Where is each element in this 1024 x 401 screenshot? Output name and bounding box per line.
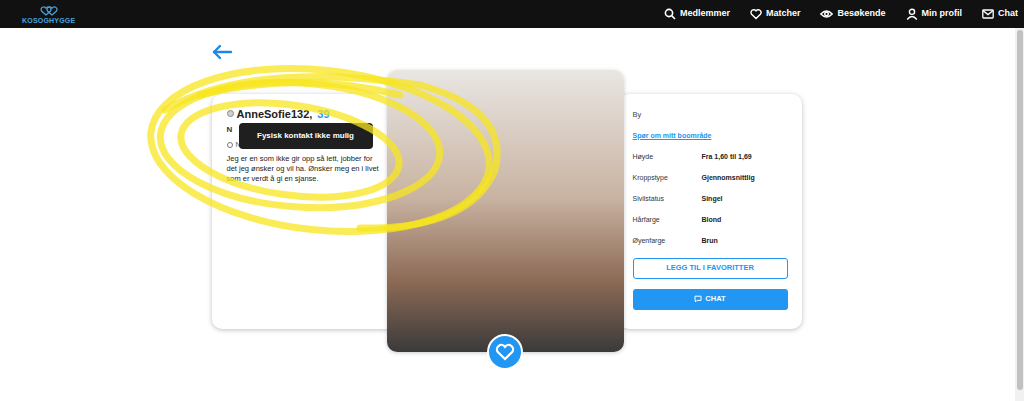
profile-summary-card: AnneSofie132,39NNJeg er en som ikke gir … bbox=[212, 94, 397, 329]
detail-value: Gjennomsnittlig bbox=[702, 173, 755, 184]
detail-label: Sivilstatus bbox=[633, 194, 702, 205]
detail-row: SivilstatusSingel bbox=[633, 189, 790, 210]
scrollbar-thumb[interactable] bbox=[1017, 30, 1023, 390]
like-button[interactable] bbox=[487, 334, 523, 370]
heart-icon bbox=[495, 343, 515, 361]
details-list: HøydeFra 1,60 til 1,69KroppstypeGjennoms… bbox=[633, 147, 790, 252]
eye-icon bbox=[820, 8, 833, 20]
status-circle-icon bbox=[227, 142, 233, 148]
page-body: AnneSofie132,39NNJeg er en som ikke gir … bbox=[0, 28, 1024, 401]
heart-icon bbox=[750, 8, 762, 20]
profile-description: Jeg er en som ikke gir opp så lett, jobb… bbox=[227, 154, 383, 184]
username-row: AnneSofie132,39 bbox=[227, 106, 383, 123]
detail-label: Øyenfarge bbox=[633, 236, 702, 247]
nav-item[interactable]: Besøkende bbox=[820, 7, 885, 21]
detail-row: HårfargeBlond bbox=[633, 210, 790, 231]
tooltip-text: Fysisk kontakt ikke mulig bbox=[257, 130, 354, 142]
back-arrow-icon bbox=[211, 44, 233, 60]
profile-row: AnneSofie132,39NNJeg er en som ikke gir … bbox=[212, 70, 802, 352]
detail-value: Fra 1,60 til 1,69 bbox=[702, 152, 752, 163]
top-nav: KOSOGHYGGE Medlemmer Matcher Besøkende Min p… bbox=[0, 0, 1024, 28]
profile-details-card: By Spør om mitt boområde HøydeFra 1,60 til… bbox=[619, 94, 802, 329]
profile-area: AnneSofie132,39NNJeg er en som ikke gir … bbox=[0, 28, 1015, 401]
detail-row: HøydeFra 1,60 til 1,69 bbox=[633, 147, 790, 168]
nav-label: Min profil bbox=[922, 7, 963, 21]
nav-item[interactable]: Min profil bbox=[906, 7, 963, 21]
scrollbar[interactable] bbox=[1015, 28, 1024, 401]
detail-value: Blond bbox=[702, 215, 722, 226]
detail-label: Kroppstype bbox=[633, 173, 702, 184]
logo-text: KOSOGHYGGE bbox=[22, 17, 75, 25]
detail-row: KroppstypeGjennomsnittlig bbox=[633, 168, 790, 189]
detail-value: Singel bbox=[702, 194, 723, 205]
mail-icon bbox=[982, 9, 994, 19]
tooltip: Fysisk kontakt ikke mulig bbox=[239, 123, 373, 149]
detail-label: Hårfarge bbox=[633, 215, 702, 226]
profile-photo bbox=[387, 70, 624, 352]
nav-item[interactable]: Medlemmer bbox=[664, 7, 730, 21]
nav-label: Medlemmer bbox=[680, 7, 730, 21]
hearts-logo-icon bbox=[38, 6, 60, 16]
detail-row: ØyenfargeBrun bbox=[633, 231, 790, 252]
user-icon bbox=[906, 8, 918, 20]
nav-item[interactable]: Chat bbox=[982, 7, 1018, 21]
detail-label: Høyde bbox=[633, 152, 702, 163]
chat-button[interactable]: CHAT bbox=[633, 289, 788, 310]
online-status-dot bbox=[227, 110, 234, 117]
nav-label: Besøkende bbox=[837, 7, 885, 21]
chat-bubble-icon bbox=[694, 295, 702, 303]
logo[interactable]: KOSOGHYGGE bbox=[22, 4, 75, 25]
nav-menu: Medlemmer Matcher Besøkende Min profil Chat bbox=[664, 7, 1018, 21]
username: AnneSofie132, bbox=[237, 106, 313, 123]
favorite-button-label: LEGG TIL I FAVORITTER bbox=[666, 262, 754, 273]
city-label: By bbox=[633, 110, 790, 120]
back-button[interactable] bbox=[211, 44, 233, 60]
age: 39 bbox=[317, 106, 329, 123]
nav-label: Matcher bbox=[766, 7, 801, 21]
detail-value: Brun bbox=[702, 236, 718, 247]
area-link[interactable]: Spør om mitt boområde bbox=[633, 131, 790, 141]
favorite-button[interactable]: LEGG TIL I FAVORITTER bbox=[633, 258, 788, 279]
nav-item[interactable]: Matcher bbox=[750, 7, 801, 21]
chat-button-label: CHAT bbox=[705, 293, 725, 304]
nav-label: Chat bbox=[998, 7, 1018, 21]
search-icon bbox=[664, 8, 676, 20]
